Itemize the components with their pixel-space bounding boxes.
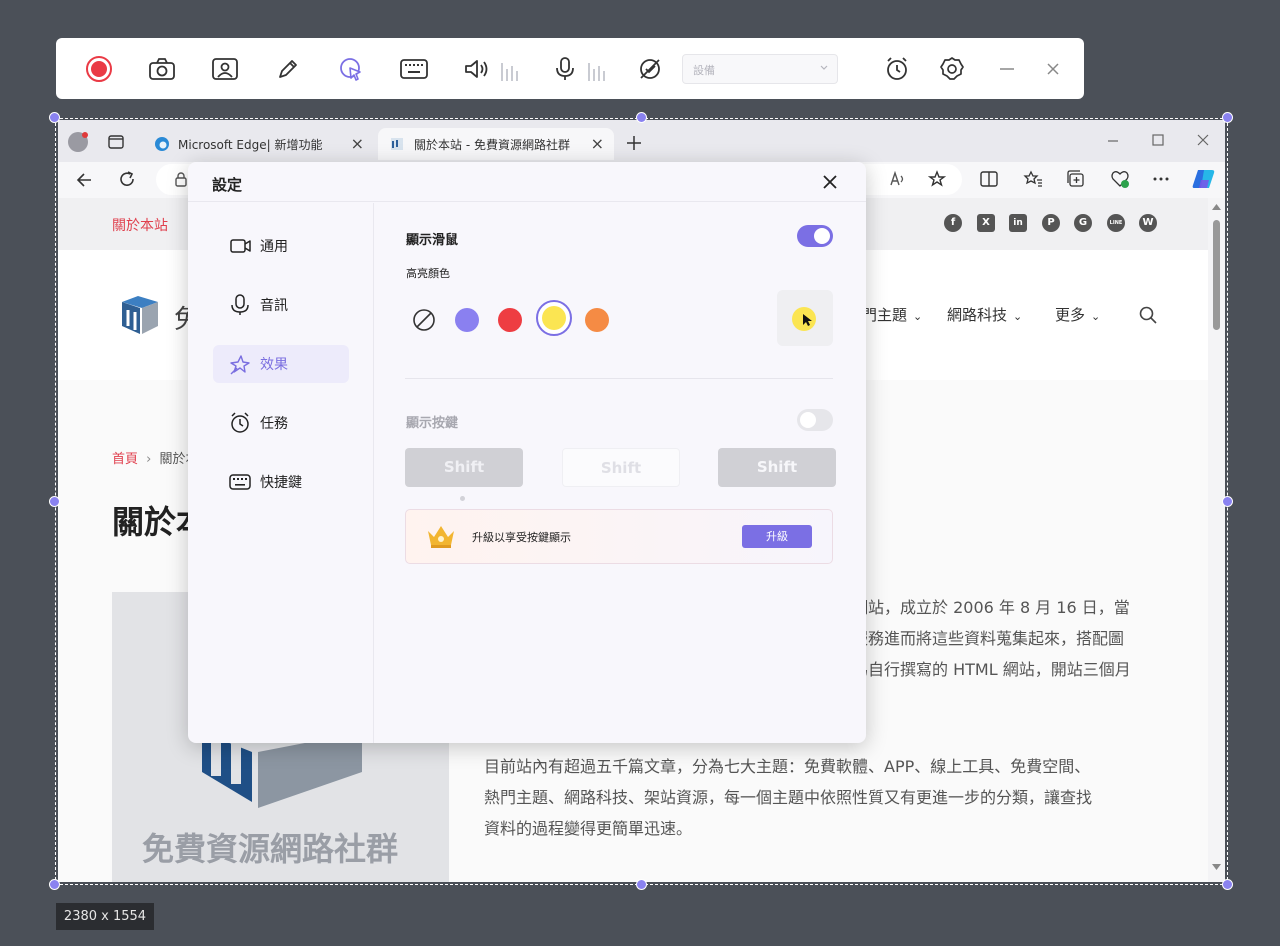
swatch-none-icon[interactable] (412, 308, 436, 332)
sidebar-item-label: 音訊 (260, 298, 288, 314)
swatch-yellow (542, 306, 566, 330)
no-watermark-button[interactable] (633, 52, 667, 86)
microphone-icon (231, 294, 249, 315)
sidebar-item-tasks[interactable]: 任務 (213, 404, 349, 442)
toggle-knob (800, 412, 816, 428)
webcam-icon (212, 58, 238, 80)
sidebar-item-general[interactable]: 通用 (213, 227, 349, 265)
settings-sidebar: 通用 音訊 效果 任務 快捷鍵 (188, 203, 374, 743)
resize-handle-top-left[interactable] (49, 112, 60, 123)
record-button[interactable] (82, 52, 116, 86)
dialog-close-icon[interactable] (823, 175, 837, 189)
cursor-preview (777, 290, 833, 346)
key-preview-style-3[interactable]: Shift (718, 448, 836, 487)
show-keys-label: 顯示按鍵 (406, 416, 459, 431)
minimize-button[interactable] (990, 52, 1024, 86)
key-preview-style-2[interactable]: Shift (562, 448, 680, 487)
resize-handle-right[interactable] (1222, 496, 1233, 507)
sidebar-item-audio[interactable]: 音訊 (213, 286, 349, 324)
webcam-button[interactable] (208, 52, 242, 86)
resize-handle-bottom-left[interactable] (49, 879, 60, 890)
chevron-down-icon (820, 65, 828, 70)
camera-icon (230, 239, 251, 253)
microphone-button[interactable] (548, 52, 582, 86)
sparkle-icon (230, 355, 250, 375)
sidebar-item-label: 通用 (260, 239, 288, 255)
capture-size-label: 2380 x 1554 (56, 903, 154, 930)
pen-button[interactable] (271, 52, 305, 86)
record-icon (86, 56, 112, 82)
speaker-button[interactable] (460, 52, 494, 86)
alarm-button[interactable] (880, 52, 914, 86)
microphone-icon (556, 57, 574, 80)
keyboard-icon (229, 474, 251, 490)
alarm-icon (887, 57, 907, 80)
settings-button[interactable] (935, 52, 969, 86)
speaker-level-meter (500, 57, 522, 81)
section-divider (405, 378, 833, 379)
screenshot-icon (149, 58, 175, 80)
minimize-icon (1000, 68, 1014, 70)
sidebar-item-label: 快捷鍵 (260, 475, 302, 491)
show-keys-toggle[interactable] (797, 409, 833, 431)
upgrade-text: 升級以享受按鍵顯示 (472, 531, 571, 544)
no-watermark-icon (640, 59, 660, 79)
swatch-red[interactable] (498, 308, 522, 332)
resize-handle-top-right[interactable] (1222, 112, 1233, 123)
settings-icon (940, 57, 964, 80)
alarm-icon (231, 412, 249, 433)
highlight-color-label: 高亮顏色 (406, 267, 450, 280)
screenshot-button[interactable] (145, 52, 179, 86)
swatch-orange[interactable] (585, 308, 609, 332)
sidebar-item-label: 效果 (260, 357, 288, 373)
cursor-highlight-icon (340, 58, 361, 81)
keyboard-button[interactable] (397, 52, 431, 86)
resize-handle-bottom-right[interactable] (1222, 879, 1233, 890)
swatch-purple[interactable] (455, 308, 479, 332)
resize-handle-top[interactable] (636, 112, 647, 123)
dialog-title: 設定 (212, 176, 243, 194)
close-button[interactable] (1036, 52, 1070, 86)
dialog-header: 設定 (188, 162, 866, 202)
swatch-yellow-selected-ring[interactable] (536, 300, 572, 336)
sidebar-item-shortcuts[interactable]: 快捷鍵 (213, 463, 349, 501)
cursor-arrow-icon (803, 314, 812, 326)
resize-handle-left[interactable] (49, 496, 60, 507)
show-mouse-toggle[interactable] (797, 225, 833, 247)
keyboard-icon (400, 59, 428, 79)
upgrade-banner: 升級以享受按鍵顯示 升級 (405, 509, 833, 564)
selected-style-dot (460, 496, 465, 501)
device-select[interactable]: 設備 (682, 54, 838, 84)
device-select-value: 設備 (693, 64, 715, 77)
toggle-knob (814, 228, 830, 244)
upgrade-button[interactable]: 升級 (742, 525, 812, 548)
speaker-icon (465, 60, 488, 78)
microphone-level-meter (587, 57, 609, 81)
pen-icon (279, 60, 297, 78)
key-preview-style-1[interactable]: Shift (405, 448, 523, 487)
settings-dialog: 設定 通用 音訊 效果 任務 快捷鍵 顯示滑鼠 高亮顏色 顯示按鍵 Shift … (188, 162, 866, 743)
crown-icon (428, 526, 454, 548)
resize-handle-bottom[interactable] (636, 879, 647, 890)
recorder-toolbar: 設備 (56, 38, 1084, 99)
close-icon (1047, 63, 1059, 75)
sidebar-item-effects[interactable]: 效果 (213, 345, 349, 383)
show-mouse-label: 顯示滑鼠 (406, 233, 459, 248)
cursor-highlight-button[interactable] (334, 52, 368, 86)
sidebar-item-label: 任務 (260, 416, 288, 432)
